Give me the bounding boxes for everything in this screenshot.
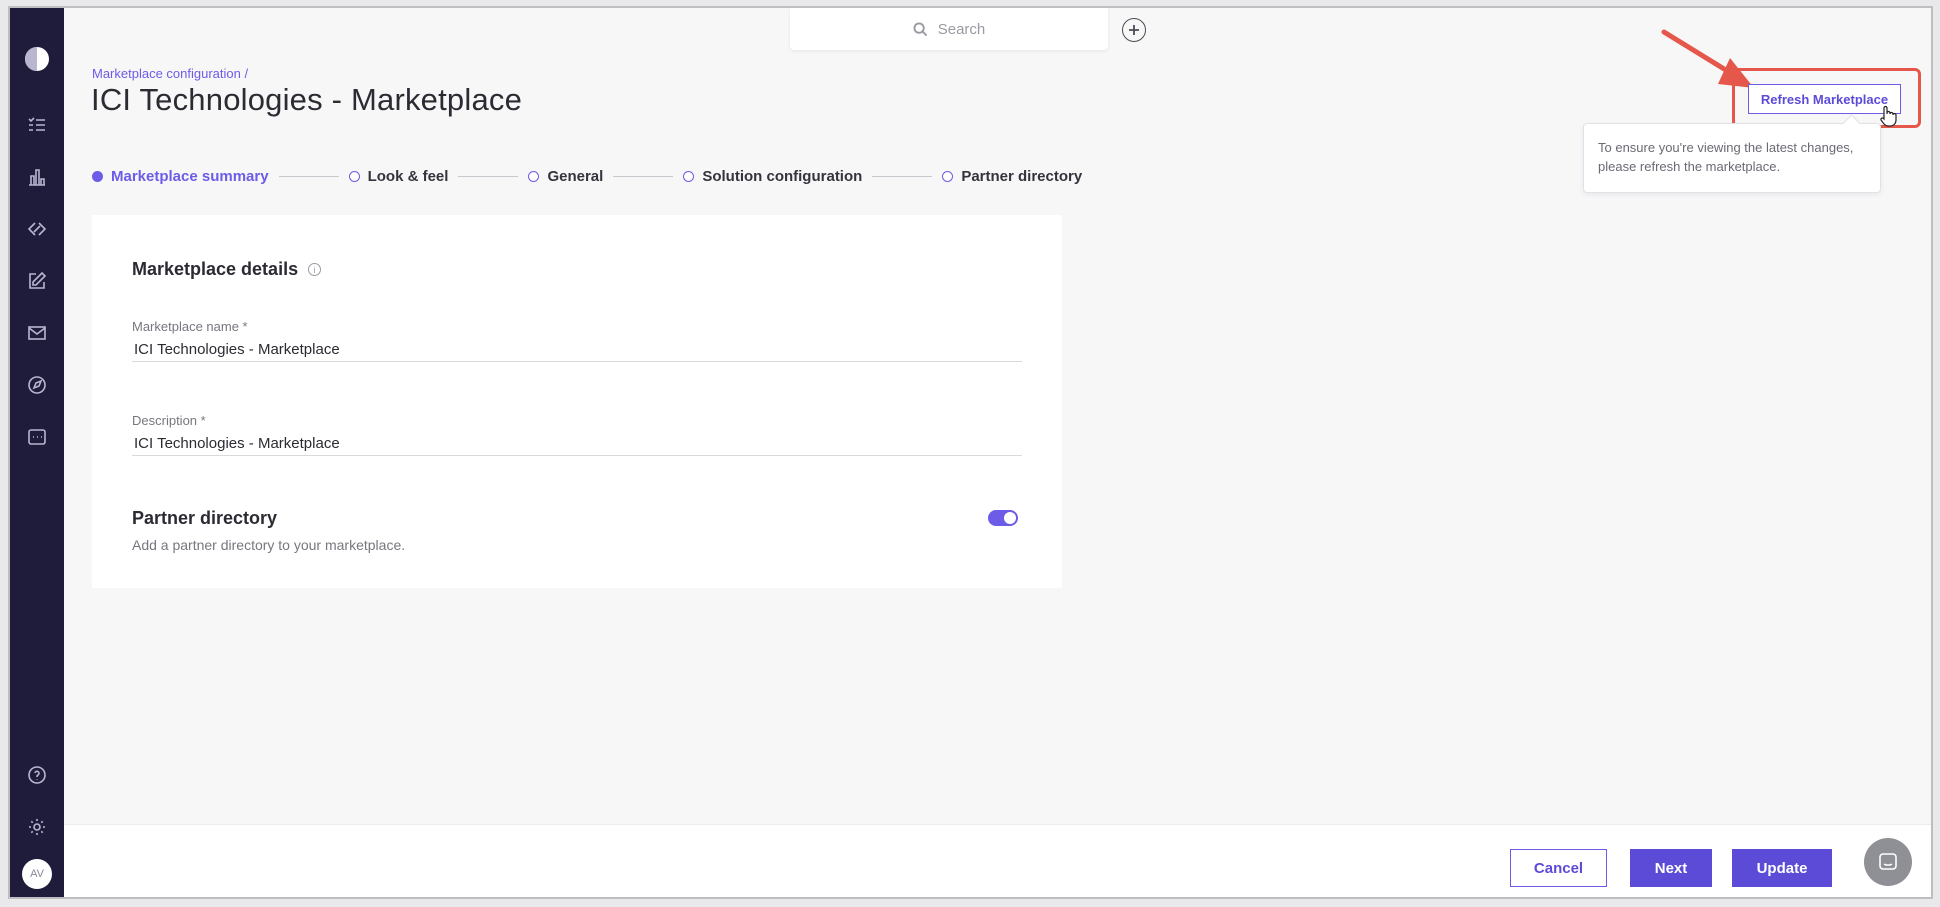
stepper: Marketplace summary Look & feel General … [92, 166, 1082, 186]
step-marketplace-summary[interactable]: Marketplace summary [92, 168, 269, 185]
step-label: Look & feel [367, 167, 449, 185]
marketplace-details-card: Marketplace details i Marketplace name *… [92, 215, 1062, 588]
step-look-and-feel[interactable]: Look & feel [348, 167, 449, 185]
step-dot [683, 170, 695, 182]
step-dot [528, 170, 540, 182]
app-window: AV Search Marketplace configuration / IC… [8, 6, 1933, 899]
chat-launcher[interactable] [1864, 838, 1912, 886]
add-button[interactable] [1122, 18, 1146, 42]
tooltip-line-1: To ensure you're viewing the latest chan… [1598, 140, 1854, 155]
edit-icon[interactable] [26, 270, 48, 292]
step-dot [348, 170, 360, 182]
settings-icon[interactable] [26, 816, 48, 838]
step-solution-configuration[interactable]: Solution configuration [683, 168, 862, 185]
step-dot [942, 170, 954, 182]
step-label: Partner directory [961, 167, 1083, 185]
info-icon[interactable]: i [308, 263, 322, 276]
tooltip-line-2: please refresh the marketplace. [1598, 159, 1781, 174]
step-label: Solution configuration [702, 167, 863, 185]
refresh-tooltip: To ensure you're viewing the latest chan… [1583, 123, 1881, 193]
cancel-button[interactable]: Cancel [1510, 849, 1607, 887]
step-label: Marketplace summary [111, 167, 269, 185]
widget-icon[interactable] [26, 426, 48, 448]
analytics-icon[interactable] [26, 166, 48, 188]
marketplace-name-input[interactable] [132, 338, 1022, 362]
step-label: General [547, 167, 604, 185]
step-connector [613, 175, 674, 177]
breadcrumb[interactable]: Marketplace configuration / [92, 66, 248, 81]
step-connector [458, 175, 519, 177]
section-title: Marketplace details i [132, 259, 322, 280]
step-general[interactable]: General [528, 168, 603, 185]
step-connector [278, 175, 339, 177]
step-connector [872, 175, 933, 177]
avatar[interactable]: AV [22, 859, 52, 889]
description-field: Description * [132, 413, 1022, 456]
search-input[interactable]: Search [790, 8, 1108, 50]
tasks-icon[interactable] [26, 114, 48, 136]
marketplace-name-field: Marketplace name * [132, 319, 1022, 362]
logo-icon[interactable] [24, 46, 50, 72]
search-icon [913, 21, 927, 36]
sidebar: AV [10, 8, 64, 897]
partner-directory-toggle[interactable] [988, 510, 1018, 526]
mail-icon[interactable] [26, 322, 48, 344]
description-input[interactable] [132, 432, 1022, 456]
integrations-icon[interactable] [26, 218, 48, 240]
plus-icon [1129, 25, 1139, 35]
compass-icon[interactable] [26, 374, 48, 396]
step-dot [92, 170, 103, 182]
next-button[interactable]: Next [1630, 849, 1712, 887]
section-title-text: Marketplace details [132, 259, 299, 279]
partner-directory-title: Partner directory [132, 508, 278, 528]
field-label: Marketplace name * [132, 319, 248, 334]
hand-cursor-icon [1880, 105, 1897, 127]
step-partner-directory[interactable]: Partner directory [942, 168, 1082, 185]
page-title: ICI Technologies - Marketplace [91, 82, 523, 117]
partner-directory-description: Add a partner directory to your marketpl… [132, 537, 406, 553]
update-button[interactable]: Update [1732, 849, 1832, 887]
field-label: Description * [132, 413, 206, 428]
help-icon[interactable] [26, 764, 48, 786]
chat-icon [1879, 853, 1897, 870]
search-placeholder: Search [937, 20, 986, 38]
footer-bar: Cancel Next Update [64, 824, 1931, 897]
